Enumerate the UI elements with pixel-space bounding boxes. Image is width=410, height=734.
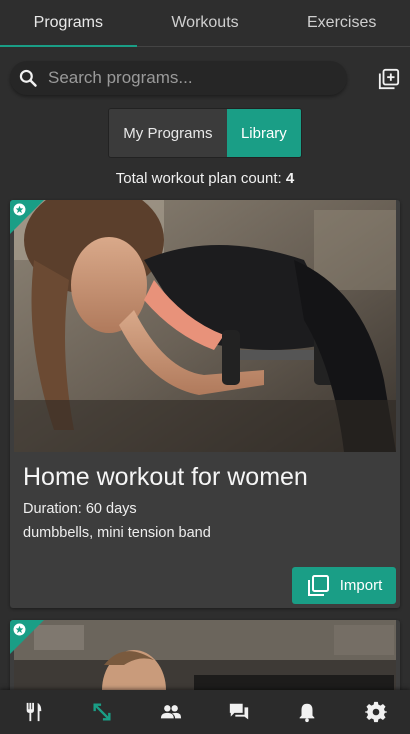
tab-exercises[interactable]: Exercises	[273, 0, 410, 46]
program-card[interactable]: Home workout for women Duration: 60 days…	[10, 200, 400, 608]
import-button-label: Import	[339, 577, 383, 594]
library-button[interactable]: Library	[226, 109, 301, 157]
tab-workouts[interactable]: Workouts	[137, 0, 274, 46]
search-box	[10, 61, 347, 95]
search-row	[10, 61, 400, 97]
nav-messages[interactable]	[215, 690, 263, 734]
chat-icon	[229, 703, 249, 720]
nav-programs[interactable]	[78, 690, 126, 734]
program-photo	[14, 200, 396, 452]
star-icon	[13, 623, 26, 636]
nav-notifications[interactable]	[283, 690, 331, 734]
program-count-label: Total workout plan count:	[115, 170, 282, 187]
add-program-icon[interactable]	[378, 68, 400, 90]
search-icon	[19, 69, 37, 87]
bell-icon	[300, 703, 315, 723]
tab-programs[interactable]: Programs	[0, 0, 137, 47]
nav-community[interactable]	[147, 690, 195, 734]
program-count: Total workout plan count: 4	[0, 170, 410, 187]
search-input[interactable]	[48, 68, 318, 88]
star-icon	[13, 203, 26, 216]
program-title: Home workout for women	[23, 463, 308, 491]
copy-icon	[307, 574, 329, 596]
program-equipment: dumbbells, mini tension band	[23, 525, 211, 541]
my-programs-button[interactable]: My Programs	[109, 109, 227, 157]
top-tabs: Programs Workouts Exercises	[0, 0, 410, 47]
bottom-nav	[0, 690, 410, 734]
program-count-value: 4	[285, 170, 295, 187]
nav-nutrition[interactable]	[10, 690, 58, 734]
utensils-icon	[26, 702, 42, 722]
arrows-expand-icon	[93, 703, 112, 721]
gear-icon	[364, 701, 387, 723]
program-duration: Duration: 60 days	[23, 501, 137, 517]
people-icon	[160, 705, 181, 719]
import-button[interactable]: Import	[292, 567, 396, 604]
program-source-toggle: My Programs Library	[108, 108, 302, 158]
nav-settings[interactable]	[352, 690, 400, 734]
